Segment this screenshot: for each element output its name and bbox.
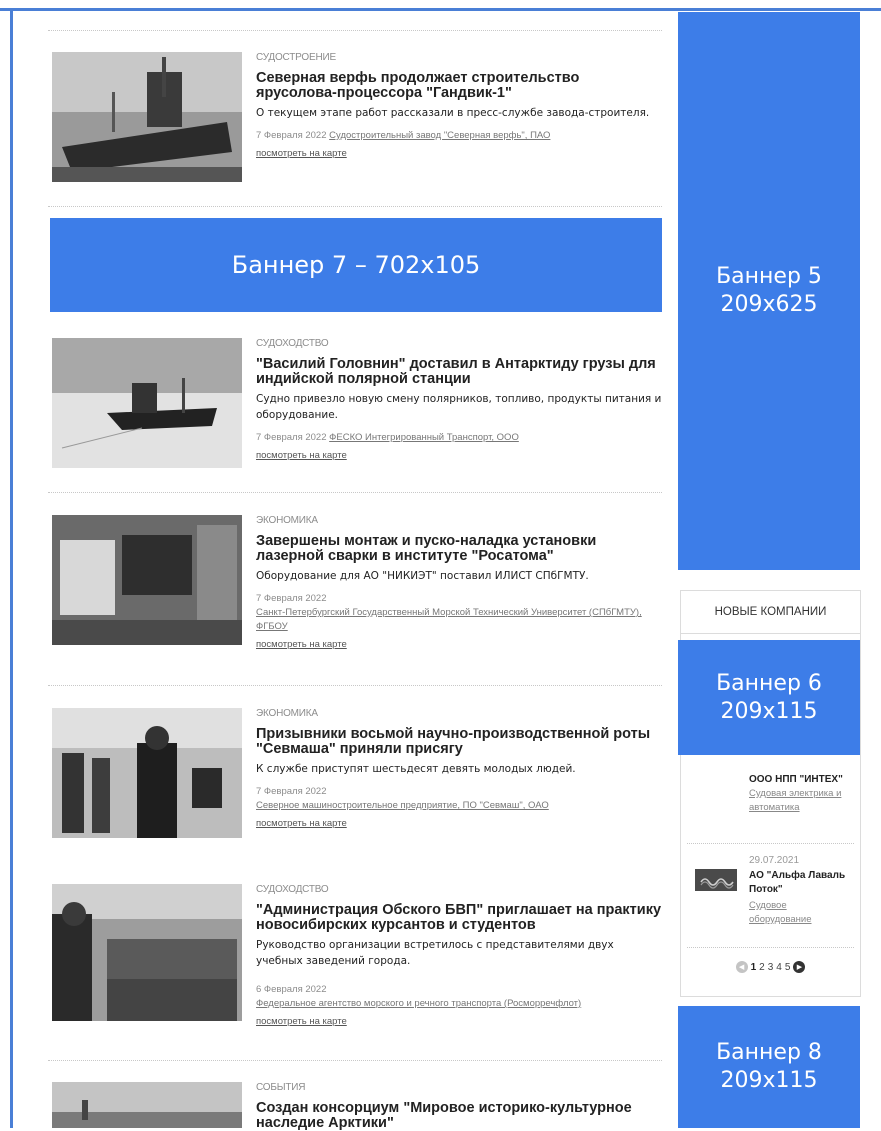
news-date: 7 Февраля 2022 <box>256 432 327 443</box>
news-summary: Оборудование для АО "НИКИЭТ" поставил ИЛ… <box>256 570 589 582</box>
page-number[interactable]: 4 <box>776 962 782 973</box>
news-photo-classroom-meeting[interactable] <box>52 884 242 1021</box>
news-title[interactable]: "Василий Головнин" доставил в Антарктиду… <box>256 357 662 387</box>
news-photo-icebreaker[interactable] <box>52 338 242 468</box>
news-company-link[interactable]: Судостроительный завод "Северная верфь",… <box>329 130 550 141</box>
news-category[interactable]: СУДОСТРОЕНИЕ <box>256 52 662 64</box>
map-link[interactable]: посмотреть на карте <box>256 817 662 831</box>
banner-5[interactable]: Баннер 5 209x625 <box>678 12 860 570</box>
map-link[interactable]: посмотреть на карте <box>256 449 662 463</box>
new-companies-heading: НОВЫЕ КОМПАНИИ <box>681 591 860 634</box>
news-meta: 7 Февраля 2022 Северное машиностроительн… <box>256 785 662 813</box>
banner-8-size: 209x115 <box>720 1068 818 1093</box>
news-date: 7 Февраля 2022 <box>256 786 327 797</box>
news-meta: 7 Февраля 2022 ФЕСКО Интегрированный Тра… <box>256 431 662 445</box>
banner-8-label: Баннер 8 <box>716 1040 822 1065</box>
news-company-link[interactable]: Федеральное агентство морского и речного… <box>256 998 581 1009</box>
page-number[interactable]: 5 <box>785 962 791 973</box>
news-category[interactable]: СУДОХОДСТВО <box>256 884 662 896</box>
news-category[interactable]: ЭКОНОМИКА <box>256 708 662 720</box>
news-title[interactable]: "Администрация Обского БВП" приглашает н… <box>256 903 662 933</box>
map-link[interactable]: посмотреть на карте <box>256 147 662 161</box>
news-photo-oath-ceremony[interactable] <box>52 708 242 838</box>
news-company-link[interactable]: Санкт-Петербургский Государственный Морс… <box>256 607 642 632</box>
news-category[interactable]: СОБЫТИЯ <box>256 1082 662 1094</box>
feed-divider <box>48 206 662 207</box>
news-title[interactable]: Создан консорциум "Мировое историко-куль… <box>256 1101 662 1131</box>
company-name[interactable]: ООО НПП "ИНТЕХ" <box>749 773 855 787</box>
news-date: 7 Февраля 2022 <box>256 130 327 141</box>
news-photo-laser-welding[interactable] <box>52 515 242 645</box>
company-logo-icon[interactable] <box>695 869 737 891</box>
page-number[interactable]: 1 <box>751 962 757 973</box>
feed-divider <box>48 30 662 31</box>
pagination: ◀ 1 2 3 4 5 ▶ <box>681 961 860 973</box>
news-summary: Руководство организации встретилось с пр… <box>256 939 614 967</box>
feed-divider <box>48 1060 662 1061</box>
news-date: 7 Февраля 2022 <box>256 593 327 604</box>
news-meta: 6 Февраля 2022 Федеральное агентство мор… <box>256 983 662 1011</box>
feed-divider <box>48 492 662 493</box>
news-title[interactable]: Призывники восьмой научно-производственн… <box>256 727 662 757</box>
page-frame-top <box>0 8 881 11</box>
news-summary: К службе приступят шестьдесят девять мол… <box>256 763 576 775</box>
company-category-link[interactable]: Судовая электрика и автоматика <box>749 787 849 815</box>
news-company-link[interactable]: Северное машиностроительное предприятие,… <box>256 800 549 811</box>
company-divider <box>687 947 854 948</box>
news-title[interactable]: Северная верфь продолжает строительство … <box>256 71 662 101</box>
map-link[interactable]: посмотреть на карте <box>256 1015 662 1029</box>
banner-6[interactable]: Баннер 6 209x115 <box>678 640 860 755</box>
news-summary: Судно привезло новую смену полярников, т… <box>256 393 662 421</box>
banner-5-size: 209x625 <box>720 292 818 317</box>
news-meta: 7 Февраля 2022 Судостроительный завод "С… <box>256 129 662 143</box>
company-category-link[interactable]: Судовое оборудование <box>749 899 849 927</box>
banner-8[interactable]: Баннер 8 209x115 <box>678 1006 860 1128</box>
news-category[interactable]: СУДОХОДСТВО <box>256 338 662 350</box>
news-summary: О текущем этапе работ рассказали в пресс… <box>256 107 650 119</box>
next-page-icon[interactable]: ▶ <box>793 961 806 973</box>
news-photo-arctic[interactable] <box>52 1082 242 1128</box>
banner-6-size: 209x115 <box>720 698 818 724</box>
company-divider <box>687 843 854 844</box>
banner-7[interactable]: Баннер 7 – 702x105 <box>50 218 662 312</box>
news-company-link[interactable]: ФЕСКО Интегрированный Транспорт, ООО <box>329 432 519 443</box>
prev-page-icon[interactable]: ◀ <box>735 961 748 973</box>
company-date: 29.07.2021 <box>749 855 800 866</box>
page-number[interactable]: 3 <box>768 962 774 973</box>
news-date: 6 Февраля 2022 <box>256 984 327 995</box>
banner-5-label: Баннер 5 <box>716 264 822 289</box>
banner-6-label: Баннер 6 <box>716 670 822 696</box>
news-meta: 7 Февраля 2022 Санкт-Петербургский Госуд… <box>256 592 662 634</box>
page-number[interactable]: 2 <box>759 962 765 973</box>
news-photo-shipyard[interactable] <box>52 52 242 182</box>
news-title[interactable]: Завершены монтаж и пуско-наладка установ… <box>256 534 662 564</box>
news-category[interactable]: ЭКОНОМИКА <box>256 515 662 527</box>
banner-7-label: Баннер 7 – 702x105 <box>231 251 481 279</box>
company-name[interactable]: АО "Альфа Лаваль Поток" <box>749 869 855 897</box>
page-frame-left <box>10 8 13 1128</box>
feed-divider <box>48 685 662 686</box>
map-link[interactable]: посмотреть на карте <box>256 638 662 652</box>
